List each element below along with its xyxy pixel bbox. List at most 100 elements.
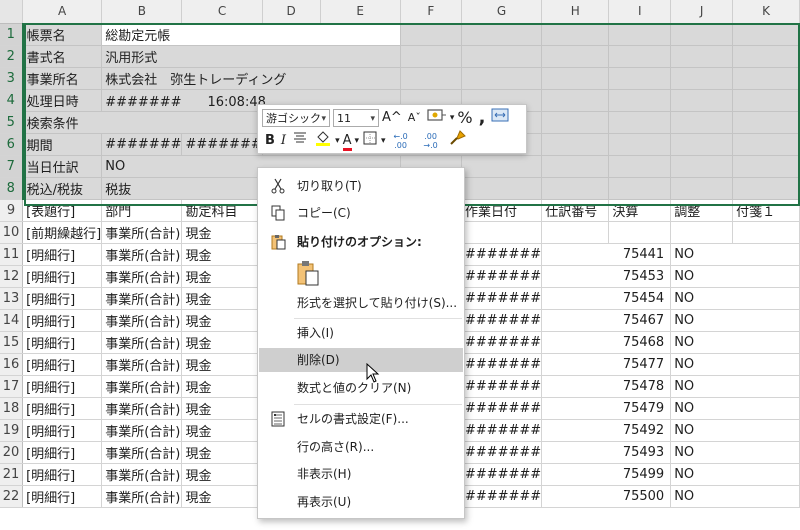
column-header[interactable]: H: [541, 0, 610, 24]
menu-item-format-cells[interactable]: セルの書式設定(F)...: [259, 407, 463, 431]
cell[interactable]: 勘定科目: [181, 199, 263, 222]
cell[interactable]: 75468: [541, 331, 672, 354]
cell[interactable]: 75479: [541, 397, 672, 420]
row-header[interactable]: 17: [0, 375, 24, 398]
cell[interactable]: 調整: [670, 199, 734, 222]
cell[interactable]: #######: [461, 265, 543, 288]
cell[interactable]: [明細行]: [22, 441, 103, 464]
row-header[interactable]: 14: [0, 309, 24, 332]
cell[interactable]: NO: [670, 243, 800, 266]
cell[interactable]: [670, 221, 734, 244]
cell[interactable]: [541, 111, 610, 134]
cell[interactable]: NO: [670, 353, 800, 376]
increase-decimal-button[interactable]: ←.0 .00: [389, 132, 413, 150]
row-header[interactable]: 7: [0, 155, 24, 178]
cell[interactable]: [608, 133, 672, 156]
align-center-button[interactable]: [292, 131, 308, 152]
cell[interactable]: 仕訳番号: [541, 199, 610, 222]
cell[interactable]: [461, 23, 543, 46]
cell[interactable]: [608, 111, 672, 134]
menu-item-clear-contents[interactable]: 数式と値のクリア(N): [259, 376, 463, 400]
cell[interactable]: 当日仕訳: [22, 155, 103, 178]
cell[interactable]: [670, 67, 734, 90]
select-all-corner[interactable]: [0, 0, 24, 24]
cell[interactable]: 75467: [541, 309, 672, 332]
cell[interactable]: [732, 45, 800, 68]
cell[interactable]: NO: [670, 287, 800, 310]
cell[interactable]: 75478: [541, 375, 672, 398]
bold-button[interactable]: B: [265, 131, 275, 151]
font-size-box[interactable]: 11 ▾: [333, 109, 379, 127]
chevron-down-icon[interactable]: ▾: [381, 131, 386, 151]
cell[interactable]: [明細行]: [22, 375, 103, 398]
cell[interactable]: NO: [670, 397, 800, 420]
column-header[interactable]: B: [101, 0, 183, 24]
cell[interactable]: [400, 67, 462, 90]
row-header[interactable]: 5: [0, 111, 24, 134]
cell[interactable]: 事業所名: [22, 67, 103, 90]
cell[interactable]: 作業日付: [461, 199, 543, 222]
cell[interactable]: #######: [461, 353, 543, 376]
cell[interactable]: #######: [461, 375, 543, 398]
row-header[interactable]: 1: [0, 23, 24, 46]
row-header[interactable]: 21: [0, 463, 24, 486]
cell[interactable]: [541, 177, 610, 200]
cell[interactable]: [670, 89, 734, 112]
cell[interactable]: [明細行]: [22, 243, 103, 266]
cell[interactable]: #######: [461, 243, 543, 266]
row-header[interactable]: 4: [0, 89, 24, 112]
cell[interactable]: [608, 221, 672, 244]
cell[interactable]: [541, 45, 610, 68]
cell[interactable]: 事業所(合計): [101, 287, 183, 310]
cell[interactable]: 事業所(合計): [101, 441, 183, 464]
cell[interactable]: #######: [461, 485, 543, 508]
cell[interactable]: 事業所(合計): [101, 375, 183, 398]
cell[interactable]: [明細行]: [22, 463, 103, 486]
cell[interactable]: NO: [670, 331, 800, 354]
cell[interactable]: 決算: [608, 199, 672, 222]
menu-item-cut[interactable]: 切り取り(T): [259, 174, 463, 198]
cell[interactable]: [400, 45, 462, 68]
cell[interactable]: 事業所(合計): [101, 353, 183, 376]
cell[interactable]: NO: [670, 265, 800, 288]
cell[interactable]: #######: [461, 287, 543, 310]
row-header[interactable]: 20: [0, 441, 24, 464]
font-name-box[interactable]: 游ゴシック ▾: [262, 109, 330, 127]
cell[interactable]: 帳票名: [22, 23, 103, 46]
cell[interactable]: 75477: [541, 353, 672, 376]
cell[interactable]: [461, 155, 543, 178]
cell[interactable]: [461, 221, 543, 244]
cell[interactable]: 事業所(合計): [101, 397, 183, 420]
row-header[interactable]: 16: [0, 353, 24, 376]
cell[interactable]: [前期繰越行]: [22, 221, 103, 244]
cell[interactable]: NO: [670, 441, 800, 464]
grow-font-button[interactable]: A^: [382, 108, 402, 128]
accounting-format-button[interactable]: [427, 107, 447, 130]
cell[interactable]: [461, 45, 543, 68]
cell[interactable]: 75453: [541, 265, 672, 288]
cell[interactable]: [明細行]: [22, 353, 103, 376]
cell[interactable]: [608, 155, 672, 178]
cell[interactable]: [732, 23, 800, 46]
row-header[interactable]: 18: [0, 397, 24, 420]
cell[interactable]: NO: [670, 485, 800, 508]
cell[interactable]: 期間: [22, 133, 103, 156]
cell[interactable]: #######: [461, 463, 543, 486]
cell[interactable]: 処理日時: [22, 89, 103, 112]
borders-button[interactable]: [362, 130, 378, 153]
cell[interactable]: NO: [670, 419, 800, 442]
cell[interactable]: 75499: [541, 463, 672, 486]
row-header[interactable]: 15: [0, 331, 24, 354]
cell[interactable]: [732, 89, 800, 112]
cell[interactable]: [明細行]: [22, 265, 103, 288]
cell[interactable]: [541, 133, 610, 156]
menu-item-hide[interactable]: 非表示(H): [259, 462, 463, 486]
cell[interactable]: 株式会社 弥生トレーディング: [101, 67, 401, 90]
row-header[interactable]: 2: [0, 45, 24, 68]
cell[interactable]: [732, 133, 800, 156]
cell[interactable]: 事業所(合計): [101, 463, 183, 486]
row-header[interactable]: 11: [0, 243, 24, 266]
cell[interactable]: 事業所(合計): [101, 309, 183, 332]
cell[interactable]: [670, 177, 734, 200]
cell[interactable]: 事業所(合計): [101, 221, 183, 244]
